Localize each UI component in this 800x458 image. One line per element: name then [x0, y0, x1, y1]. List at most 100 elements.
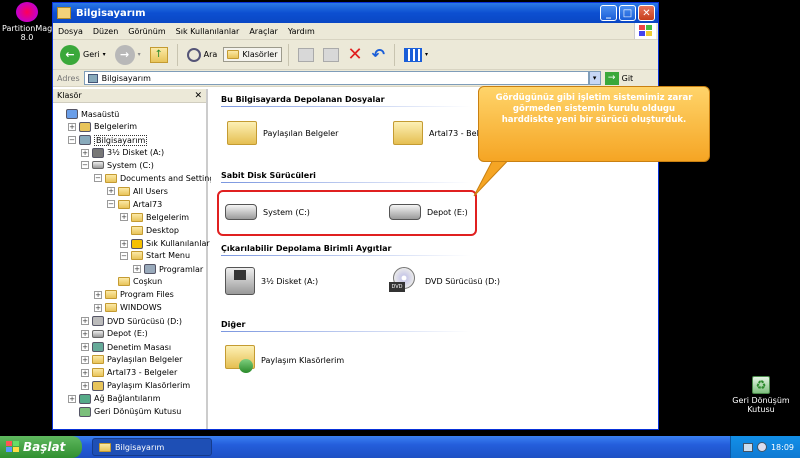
address-bar: Adres Bilgisayarım ▾ → Git: [53, 70, 658, 87]
folders-pane-header: Klasör ✕: [53, 89, 206, 103]
tree-item[interactable]: + Ağ Bağlantılarım: [68, 393, 161, 404]
menu-duzen[interactable]: Düzen: [88, 27, 123, 36]
tree-item[interactable]: + Paylaşım Klasörlerim: [81, 380, 190, 391]
maximize-button[interactable]: □: [619, 5, 636, 21]
recycle-bin-desktop-icon[interactable]: ♻ Geri Dönüşüm Kutusu: [728, 376, 794, 414]
minimize-button[interactable]: _: [600, 5, 617, 21]
expand-icon[interactable]: +: [120, 239, 128, 248]
network-tray-icon[interactable]: [742, 442, 753, 452]
tree-item[interactable]: + Program Files: [94, 290, 174, 300]
menu-bar: Dosya Düzen Görünüm Sık Kullanılanlar Ar…: [53, 23, 658, 40]
share-folders-item[interactable]: Paylaşım Klasörlerim: [225, 345, 344, 375]
expand-icon[interactable]: +: [81, 368, 89, 377]
system-c-label: System (C:): [263, 207, 310, 217]
forward-arrow-icon: →: [114, 44, 135, 65]
artal-documents-item[interactable]: Artal73 - Belge: [393, 121, 489, 145]
toolbar: ← Geri ▾ → ▾ ↑ Ara Klasörler ✕ ↶ ▾: [53, 40, 658, 70]
expand-icon[interactable]: +: [81, 355, 89, 364]
delete-button[interactable]: ✕: [345, 42, 366, 67]
tree-item[interactable]: − Documents and Settings: [94, 173, 219, 183]
collapse-icon[interactable]: −: [81, 161, 89, 170]
expand-icon[interactable]: +: [81, 329, 89, 338]
clock[interactable]: 18:09: [771, 443, 794, 452]
partitionmagic-desktop-icon[interactable]: PartitionMag 8.0: [2, 2, 52, 42]
expand-icon[interactable]: +: [81, 317, 89, 326]
close-button[interactable]: ✕: [638, 5, 655, 21]
undo-button[interactable]: ↶: [369, 43, 388, 66]
tree-item[interactable]: + DVD Sürücüsü (D:): [81, 316, 182, 327]
expand-icon[interactable]: +: [94, 290, 102, 299]
expand-icon[interactable]: +: [94, 303, 102, 312]
tree-item[interactable]: − System (C:): [81, 161, 154, 170]
tree-item[interactable]: Coşkun: [107, 277, 162, 287]
menu-gorunum[interactable]: Görünüm: [123, 27, 170, 36]
computer-icon: [87, 73, 98, 83]
tree-item[interactable]: + Denetim Masası: [81, 342, 171, 353]
address-input[interactable]: Bilgisayarım: [83, 71, 589, 85]
tree-item[interactable]: Masaüstü: [55, 109, 119, 119]
expand-icon[interactable]: +: [81, 381, 89, 390]
menu-sik-kullanilanlar[interactable]: Sık Kullanılanlar: [171, 27, 245, 36]
tree-item[interactable]: + Artal73 - Belgeler: [81, 368, 177, 377]
menu-araclar[interactable]: Araçlar: [244, 27, 282, 36]
network-icon: [79, 393, 91, 404]
collapse-icon[interactable]: −: [94, 174, 102, 183]
go-button[interactable]: → Git: [604, 71, 633, 85]
folder-icon: [92, 355, 104, 365]
close-pane-icon[interactable]: ✕: [194, 91, 202, 101]
views-button[interactable]: ▾: [401, 46, 431, 64]
move-to-button[interactable]: [295, 46, 317, 64]
tree-item[interactable]: Desktop: [120, 225, 179, 235]
tree-item[interactable]: + All Users: [107, 186, 168, 196]
menu-yardim[interactable]: Yardım: [283, 27, 320, 36]
up-folder-button[interactable]: ↑: [147, 45, 171, 65]
tree-item[interactable]: + Paylaşılan Belgeler: [81, 355, 182, 365]
tree-item[interactable]: + WINDOWS: [94, 303, 162, 313]
volume-tray-icon[interactable]: [756, 442, 767, 452]
title-bar[interactable]: Bilgisayarım _ □ ✕: [53, 3, 658, 23]
floppy-drive-icon: [225, 267, 255, 295]
expand-icon[interactable]: +: [81, 343, 89, 352]
depot-e-drive-item[interactable]: Depot (E:): [389, 204, 468, 220]
folders-button[interactable]: Klasörler: [223, 47, 282, 62]
forward-button[interactable]: → ▾: [112, 43, 144, 67]
tree-item[interactable]: + Belgelerim: [68, 121, 137, 132]
folder-icon: [131, 251, 143, 261]
partitionmagic-label: PartitionMag 8.0: [2, 24, 53, 42]
collapse-icon[interactable]: −: [120, 251, 128, 260]
expand-icon[interactable]: +: [133, 265, 141, 274]
expand-icon[interactable]: +: [68, 122, 76, 131]
tree-item[interactable]: − Start Menu: [120, 251, 190, 261]
menu-dosya[interactable]: Dosya: [53, 27, 88, 36]
tree-item[interactable]: − Bilgisayarım: [68, 134, 148, 146]
copy-to-button[interactable]: [320, 46, 342, 64]
tree-item[interactable]: + Programlar: [133, 264, 203, 275]
up-folder-icon: ↑: [149, 46, 168, 63]
tree-item-label: Bilgisayarım: [94, 134, 148, 146]
shared-documents-item[interactable]: Paylaşılan Belgeler: [227, 121, 338, 145]
expand-icon[interactable]: +: [81, 148, 89, 157]
tree-item[interactable]: Geri Dönüşüm Kutusu: [68, 406, 181, 417]
expand-icon[interactable]: +: [120, 213, 128, 222]
floppy-a-drive-item[interactable]: 3½ Disket (A:): [225, 267, 318, 295]
forward-dropdown-icon[interactable]: ▾: [138, 51, 141, 58]
taskbar-window-button[interactable]: Bilgisayarım: [92, 438, 212, 456]
tree-item[interactable]: + Depot (E:): [81, 329, 148, 338]
expand-icon[interactable]: +: [68, 394, 76, 403]
collapse-icon[interactable]: −: [68, 136, 76, 145]
tree-item[interactable]: + Belgelerim: [120, 212, 189, 222]
windows-flag-icon: [6, 441, 19, 452]
start-button[interactable]: Başlat: [0, 436, 82, 458]
collapse-icon[interactable]: −: [107, 200, 115, 209]
expand-icon[interactable]: +: [107, 187, 115, 196]
back-button[interactable]: ← Geri ▾: [57, 43, 109, 67]
toolbar-separator: [287, 43, 289, 66]
back-dropdown-icon[interactable]: ▾: [103, 51, 106, 58]
tree-item[interactable]: + Sık Kullanılanlar: [120, 238, 210, 249]
address-dropdown-icon[interactable]: ▾: [588, 71, 601, 85]
tree-item[interactable]: +3½ Disket (A:): [81, 147, 164, 158]
dvd-d-drive-item[interactable]: DVD DVD Sürücüsü (D:): [389, 267, 500, 295]
tree-item[interactable]: − Artal73: [107, 199, 162, 209]
search-button[interactable]: Ara: [184, 46, 221, 64]
system-c-drive-item[interactable]: System (C:): [225, 204, 310, 220]
